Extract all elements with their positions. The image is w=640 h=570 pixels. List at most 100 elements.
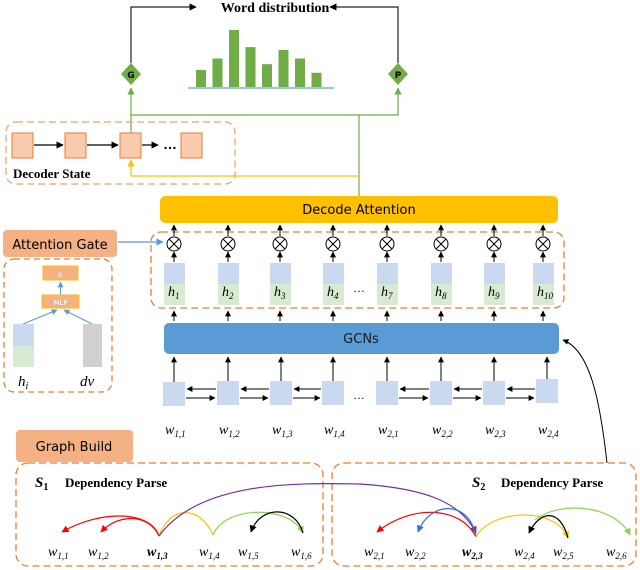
hidden-state-column: h10 — [533, 224, 554, 321]
hidden-state-column: h7 — [377, 224, 398, 321]
pointer-gate-label: P — [395, 71, 402, 81]
hidden-vector-top — [533, 263, 554, 284]
sentence1-label: S1 — [35, 475, 48, 493]
word-distribution-title: Word distribution — [221, 1, 330, 16]
input-word-label: w2,4 — [538, 423, 559, 439]
attention-to-decoder-arrow — [127, 159, 359, 177]
gcn-block: GCNs — [164, 323, 559, 354]
input-cell — [430, 381, 452, 405]
hi-label: hi — [18, 374, 29, 392]
distribution-bar — [196, 69, 206, 87]
input-cell — [376, 381, 398, 405]
input-word-label: w2,2 — [432, 423, 453, 439]
sentence1-arcs — [61, 483, 477, 537]
multiply-icon — [220, 236, 236, 252]
dep-arc — [534, 507, 631, 536]
input-ellipsis: … — [353, 388, 365, 402]
hidden-state-column: h8 — [431, 224, 452, 321]
decode-attention-block: Decode Attention — [160, 196, 558, 223]
input-cell — [270, 381, 292, 405]
dv-label: dv — [80, 374, 95, 390]
decoder-cell — [119, 132, 142, 159]
input-cell — [536, 379, 558, 403]
multiply-icon — [379, 236, 395, 252]
dependency-word: w2,3 — [462, 545, 483, 561]
decoder-cell — [64, 132, 87, 159]
distribution-bar — [229, 30, 239, 87]
input-cell — [217, 381, 239, 405]
input-word-label: w1,3 — [272, 423, 293, 439]
dependency-word: w1,6 — [291, 545, 312, 561]
distribution-bar — [278, 49, 289, 87]
decode-attention-label: Decode Attention — [302, 203, 416, 218]
hidden-vector-top — [377, 263, 398, 284]
dv-vector — [83, 324, 102, 367]
input-cell — [483, 381, 505, 405]
input-cell — [163, 382, 185, 406]
distribution-bar — [311, 72, 322, 87]
dependency-word: w1,3 — [147, 545, 168, 561]
input-node: w1,1 — [163, 356, 216, 439]
distribution-bar — [295, 58, 305, 87]
decoder-ellipsis: … — [163, 136, 177, 152]
input-node: w1,4 — [322, 356, 345, 439]
model-diagram: Word distribution G P … Decoder State De… — [3, 1, 637, 567]
hidden-vector-top — [323, 263, 344, 284]
input-word-label: w1,4 — [324, 423, 345, 439]
hidden-vector-top — [270, 263, 291, 284]
sentence2-arcs — [376, 507, 631, 539]
dep-arc — [376, 511, 477, 538]
sentence1-title: Dependency Parse — [65, 475, 167, 490]
dependency-word: w2,6 — [606, 545, 627, 561]
input-word-label: w2,1 — [378, 423, 399, 439]
hidden-vector-top — [484, 263, 505, 284]
decoder-state-label: Decoder State — [13, 166, 91, 181]
dep-arc — [100, 517, 160, 537]
input-node: w2,4 — [536, 356, 559, 439]
input-word-label: w1,1 — [165, 423, 186, 439]
dependency-word: w1,2 — [88, 545, 109, 561]
input-word-label: w1,2 — [219, 423, 240, 439]
hidden-vector-top — [218, 263, 239, 284]
input-node: w1,3 — [270, 356, 321, 439]
hidden-state-column: h1 — [164, 224, 185, 321]
graph-build-label: Graph Build — [36, 440, 113, 455]
dv-to-mlp-arrow — [63, 309, 93, 325]
generate-gate: G — [121, 63, 141, 85]
p-to-distribution-arrow — [329, 3, 399, 63]
hi-to-mlp-arrow — [22, 309, 58, 325]
hidden-vector-top — [164, 263, 185, 284]
multiply-icon — [535, 236, 551, 252]
dependency-word: w1,4 — [199, 545, 220, 561]
attention-gate-button: Attention Gate — [3, 230, 117, 257]
hidden-state-columns: h1 h2 h3 h4 h7 h8 h9 h10 — [164, 224, 554, 321]
input-cell — [322, 381, 344, 405]
hidden-state-column: h9 — [484, 224, 505, 321]
decoder-cell — [11, 132, 34, 159]
dependency-word: w1,5 — [238, 545, 259, 561]
generate-gate-label: G — [127, 71, 134, 81]
input-node: w2,2 — [430, 356, 482, 439]
g-to-distribution-arrow — [130, 3, 197, 63]
pointer-gate: P — [388, 63, 408, 85]
dependency-word: w2,1 — [364, 545, 385, 561]
hi-vector-bottom — [13, 346, 34, 367]
multiply-icon — [272, 236, 288, 252]
dep-arc — [475, 514, 569, 539]
gcn-label: GCNs — [343, 332, 379, 347]
graph-to-gcn-arrow — [562, 339, 608, 464]
hidden-ellipsis: … — [353, 281, 365, 295]
multiply-icon — [486, 236, 502, 252]
sentence2-title: Dependency Parse — [501, 475, 603, 490]
dependency-word: w2,4 — [514, 545, 535, 561]
attention-gate-label: Attention Gate — [12, 238, 107, 253]
multiply-icon — [325, 236, 341, 252]
hidden-state-column: h4 — [323, 224, 344, 321]
hidden-vector-top — [431, 263, 452, 284]
word-distribution-bars — [196, 30, 322, 87]
graph-build-button: Graph Build — [16, 430, 133, 462]
hi-vector-top — [13, 324, 34, 346]
dep-arc — [158, 512, 214, 537]
multiply-icon — [166, 236, 182, 252]
distribution-bar — [245, 47, 256, 87]
